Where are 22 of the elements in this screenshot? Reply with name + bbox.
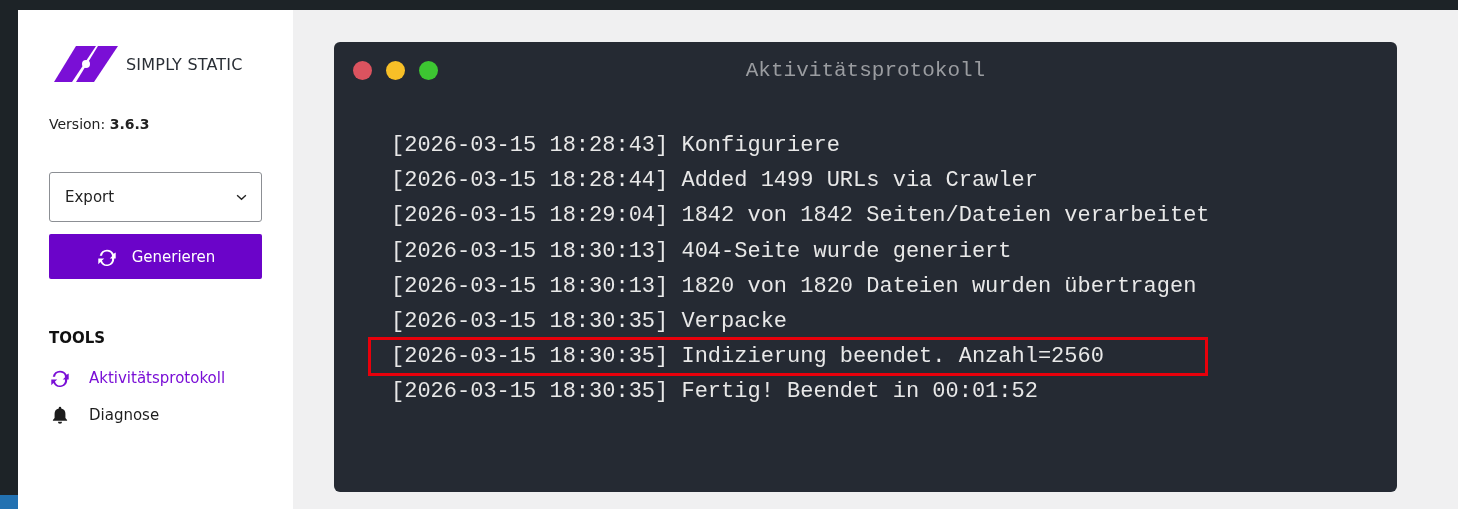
log-line: [2026-03-15 18:30:35] Verpacke (391, 308, 788, 336)
version-text: Version: 3.6.3 (49, 116, 150, 132)
chevron-down-icon (236, 193, 247, 201)
generate-button[interactable]: Generieren (49, 234, 262, 279)
window-title: Aktivitätsprotokoll (744, 58, 987, 82)
highlighted-log-line: [2026-03-15 18:30:35] Indizierung beendet. Anzahl=2560 (368, 337, 1208, 377)
log-line: [2026-03-15 18:30:35] Fertig! Beendet in 00:01:52 (391, 378, 1038, 407)
window-control-icon[interactable] (386, 60, 405, 80)
section-heading: TOOLS (49, 329, 106, 347)
sidebar-item[interactable]: Aktivitätsprotokoll (49, 365, 226, 391)
log-line: [2026-03-15 18:29:04] 1842 von 1842 Seiten/Dateien verarbeitet (391, 202, 1210, 231)
logo-icon (54, 46, 118, 82)
logo-text: SIMPLY STATIC (126, 54, 243, 74)
log-line: [2026-03-15 18:30:13] 404-Seite wurde generiert (391, 237, 1012, 266)
window-control-icon[interactable] (353, 60, 372, 80)
sidebar-item[interactable]: Diagnose (49, 403, 160, 427)
log-line: [2026-03-15 18:28:43] Konfiguriere (391, 132, 840, 160)
active-menu-marker (0, 495, 18, 509)
export-select[interactable]: Export (49, 172, 262, 222)
log-line: [2026-03-15 18:30:13] 1820 von 1820 Dateien wurden übertragen (391, 272, 1197, 301)
window-control-icon[interactable] (419, 60, 438, 80)
log-line: [2026-03-15 18:28:44] Added 1499 URLs via Crawler (391, 167, 1038, 196)
